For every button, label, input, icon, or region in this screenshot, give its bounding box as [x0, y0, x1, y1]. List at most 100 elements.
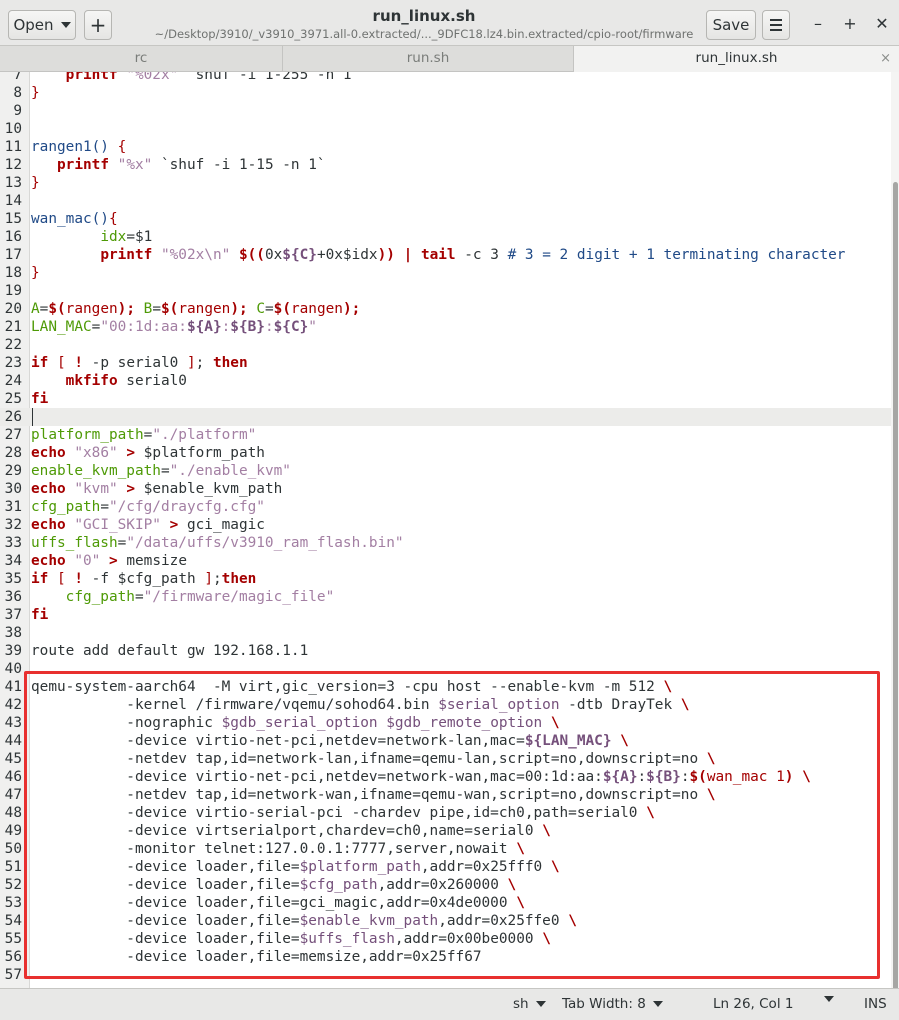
- line-text: printf "%x" `shuf -i 1-15 -n 1`: [57, 157, 326, 173]
- line-number: 54: [4, 913, 22, 929]
- code-line[interactable]: 38: [0, 624, 899, 642]
- code-line[interactable]: 31 cfg_path="/cfg/draycfg.cfg": [0, 498, 899, 516]
- line-text: if [ ! -p serial0 ]; then: [31, 355, 248, 371]
- code-line[interactable]: 23 if [ ! -p serial0 ]; then: [0, 354, 899, 372]
- code-line[interactable]: 44 -device virtio-net-pci,netdev=network…: [0, 732, 899, 750]
- line-number: 55: [4, 931, 22, 947]
- cursor-position[interactable]: Ln 26, Col 1: [713, 996, 793, 1012]
- code-line[interactable]: 34 echo "0" > memsize: [0, 552, 899, 570]
- tab-width-selector[interactable]: Tab Width: 8: [562, 996, 663, 1012]
- code-line[interactable]: 12 printf "%x" `shuf -i 1-15 -n 1`: [0, 156, 899, 174]
- window-subtitle: ~/Desktop/3910/_v3910_3971.all-0.extract…: [154, 27, 694, 41]
- line-number: 9: [13, 103, 22, 119]
- open-label: Open: [13, 16, 54, 34]
- code-line[interactable]: 22: [0, 336, 899, 354]
- line-text: -device virtio-serial-pci -chardev pipe,…: [31, 805, 655, 821]
- code-line[interactable]: 33 uffs_flash="/data/uffs/v3910_ram_flash…: [0, 534, 899, 552]
- line-number: 14: [4, 193, 22, 209]
- code-line[interactable]: 45 -netdev tap,id=network-lan,ifname=qem…: [0, 750, 899, 768]
- code-line[interactable]: 51 -device loader,file=$platform_path,ad…: [0, 858, 899, 876]
- code-line[interactable]: 41 qemu-system-aarch64 -M virt,gic_versio…: [0, 678, 899, 696]
- code-line[interactable]: 16 idx=$1: [0, 228, 899, 246]
- window-titles: run_linux.sh ~/Desktop/3910/_v3910_3971.…: [150, 7, 698, 41]
- code-line[interactable]: 48 -device virtio-serial-pci -chardev pi…: [0, 804, 899, 822]
- tab-width-label: Tab Width: 8: [562, 996, 646, 1012]
- code-line[interactable]: 14: [0, 192, 899, 210]
- language-selector[interactable]: sh: [513, 996, 546, 1012]
- code-line[interactable]: 55 -device loader,file=$uffs_flash,addr=…: [0, 930, 899, 948]
- line-text: -device loader,file=$cfg_path,addr=0x260…: [31, 877, 517, 893]
- line-number: 52: [4, 877, 22, 893]
- code-line[interactable]: 15 wan_mac(){: [0, 210, 899, 228]
- tab-close-icon[interactable]: ×: [880, 46, 891, 71]
- code-line[interactable]: 27 platform_path="./platform": [0, 426, 899, 444]
- code-line[interactable]: 35 if [ ! -f $cfg_path ];then: [0, 570, 899, 588]
- tab-label: run_linux.sh: [695, 50, 778, 66]
- tab-run-linux-sh[interactable]: run_linux.sh ×: [574, 46, 899, 72]
- code-line[interactable]: 7 printf "%02x" `shuf -i 1-255 -n 1`: [0, 72, 899, 84]
- code-line[interactable]: 19: [0, 282, 899, 300]
- code-line[interactable]: 42 -kernel /firmware/vqemu/sohod64.bin $…: [0, 696, 899, 714]
- line-number: 30: [4, 481, 22, 497]
- code-line[interactable]: 24 mkfifo serial0: [0, 372, 899, 390]
- line-number: 38: [4, 625, 22, 641]
- close-icon[interactable]: ✕: [872, 14, 892, 34]
- code-line[interactable]: 30 echo "kvm" > $enable_kvm_path: [0, 480, 899, 498]
- code-line[interactable]: 18}: [0, 264, 899, 282]
- line-number: 32: [4, 517, 22, 533]
- line-number: 27: [4, 427, 22, 443]
- code-line[interactable]: 56 -device loader,file=memsize,addr=0x25…: [0, 948, 899, 966]
- code-line[interactable]: 53 -device loader,file=gci_magic,addr=0x…: [0, 894, 899, 912]
- tab-bar: rc run.sh run_linux.sh ×: [0, 46, 899, 72]
- maximize-icon[interactable]: +: [840, 14, 860, 34]
- code-line[interactable]: 54 -device loader,file=$enable_kvm_path,…: [0, 912, 899, 930]
- save-button[interactable]: Save: [706, 10, 756, 40]
- code-line[interactable]: 9: [0, 102, 899, 120]
- open-button[interactable]: Open: [8, 10, 76, 40]
- tab-rc[interactable]: rc: [0, 46, 283, 72]
- code-line[interactable]: 50 -monitor telnet:127.0.0.1:7777,server…: [0, 840, 899, 858]
- code-line[interactable]: 37 fi: [0, 606, 899, 624]
- line-text: echo "0" > memsize: [31, 553, 187, 569]
- code-line[interactable]: 40: [0, 660, 899, 678]
- code-line[interactable]: 11 rangen1() {: [0, 138, 899, 156]
- code-line[interactable]: 32 echo "GCI_SKIP" > gci_magic: [0, 516, 899, 534]
- code-line[interactable]: 49 -device virtserialport,chardev=ch0,na…: [0, 822, 899, 840]
- minimize-icon[interactable]: –: [808, 14, 828, 34]
- code-line[interactable]: 13}: [0, 174, 899, 192]
- line-number: 47: [4, 787, 22, 803]
- new-tab-button[interactable]: +: [84, 10, 112, 40]
- code-line[interactable]: 52 -device loader,file=$cfg_path,addr=0x…: [0, 876, 899, 894]
- hamburger-menu-button[interactable]: [762, 10, 790, 40]
- line-text: rangen1() {: [31, 139, 127, 155]
- code-line[interactable]: 8}: [0, 84, 899, 102]
- scrollbar[interactable]: [891, 72, 899, 988]
- code-line[interactable]: 46 -device virtio-net-pci,netdev=network…: [0, 768, 899, 786]
- insert-mode[interactable]: INS: [864, 996, 887, 1012]
- code-line[interactable]: 10: [0, 120, 899, 138]
- line-text: -device virtio-net-pci,netdev=network-wa…: [31, 769, 811, 785]
- code-line[interactable]: 25 fi: [0, 390, 899, 408]
- line-number: 17: [4, 247, 22, 263]
- code-line[interactable]: 21 LAN_MAC="00:1d:aa:${A}:${B}:${C}": [0, 318, 899, 336]
- code-line[interactable]: 36 cfg_path="/firmware/magic_file": [0, 588, 899, 606]
- code-line[interactable]: 39 route add default gw 192.168.1.1: [0, 642, 899, 660]
- line-number: 15: [4, 211, 22, 227]
- window-title: run_linux.sh: [372, 7, 476, 25]
- code-line[interactable]: 47 -netdev tap,id=network-wan,ifname=qem…: [0, 786, 899, 804]
- code-line[interactable]: 26: [0, 408, 899, 426]
- chevron-down-icon: [652, 1001, 663, 1007]
- line-text: echo "GCI_SKIP" > gci_magic: [31, 517, 265, 533]
- code-line[interactable]: 57: [0, 966, 899, 984]
- line-number: 40: [4, 661, 22, 677]
- code-line[interactable]: 28 echo "x86" > $platform_path: [0, 444, 899, 462]
- code-line[interactable]: 29 enable_kvm_path="./enable_kvm": [0, 462, 899, 480]
- line-text: -device loader,file=$enable_kvm_path,add…: [31, 913, 577, 929]
- code-line[interactable]: 20 A=$(rangen); B=$(rangen); C=$(rangen);: [0, 300, 899, 318]
- position-menu[interactable]: [824, 996, 834, 1002]
- code-editor[interactable]: 7 printf "%02x" `shuf -i 1-255 -n 1` 8} 9 1…: [0, 72, 899, 988]
- scrollbar-thumb[interactable]: [893, 182, 898, 988]
- code-line[interactable]: 43 -nographic $gdb_serial_option $gdb_re…: [0, 714, 899, 732]
- code-line[interactable]: 17 printf "%02x\n" $((0x${C}+0x$idx)) | …: [0, 246, 899, 264]
- tab-run-sh[interactable]: run.sh: [283, 46, 574, 72]
